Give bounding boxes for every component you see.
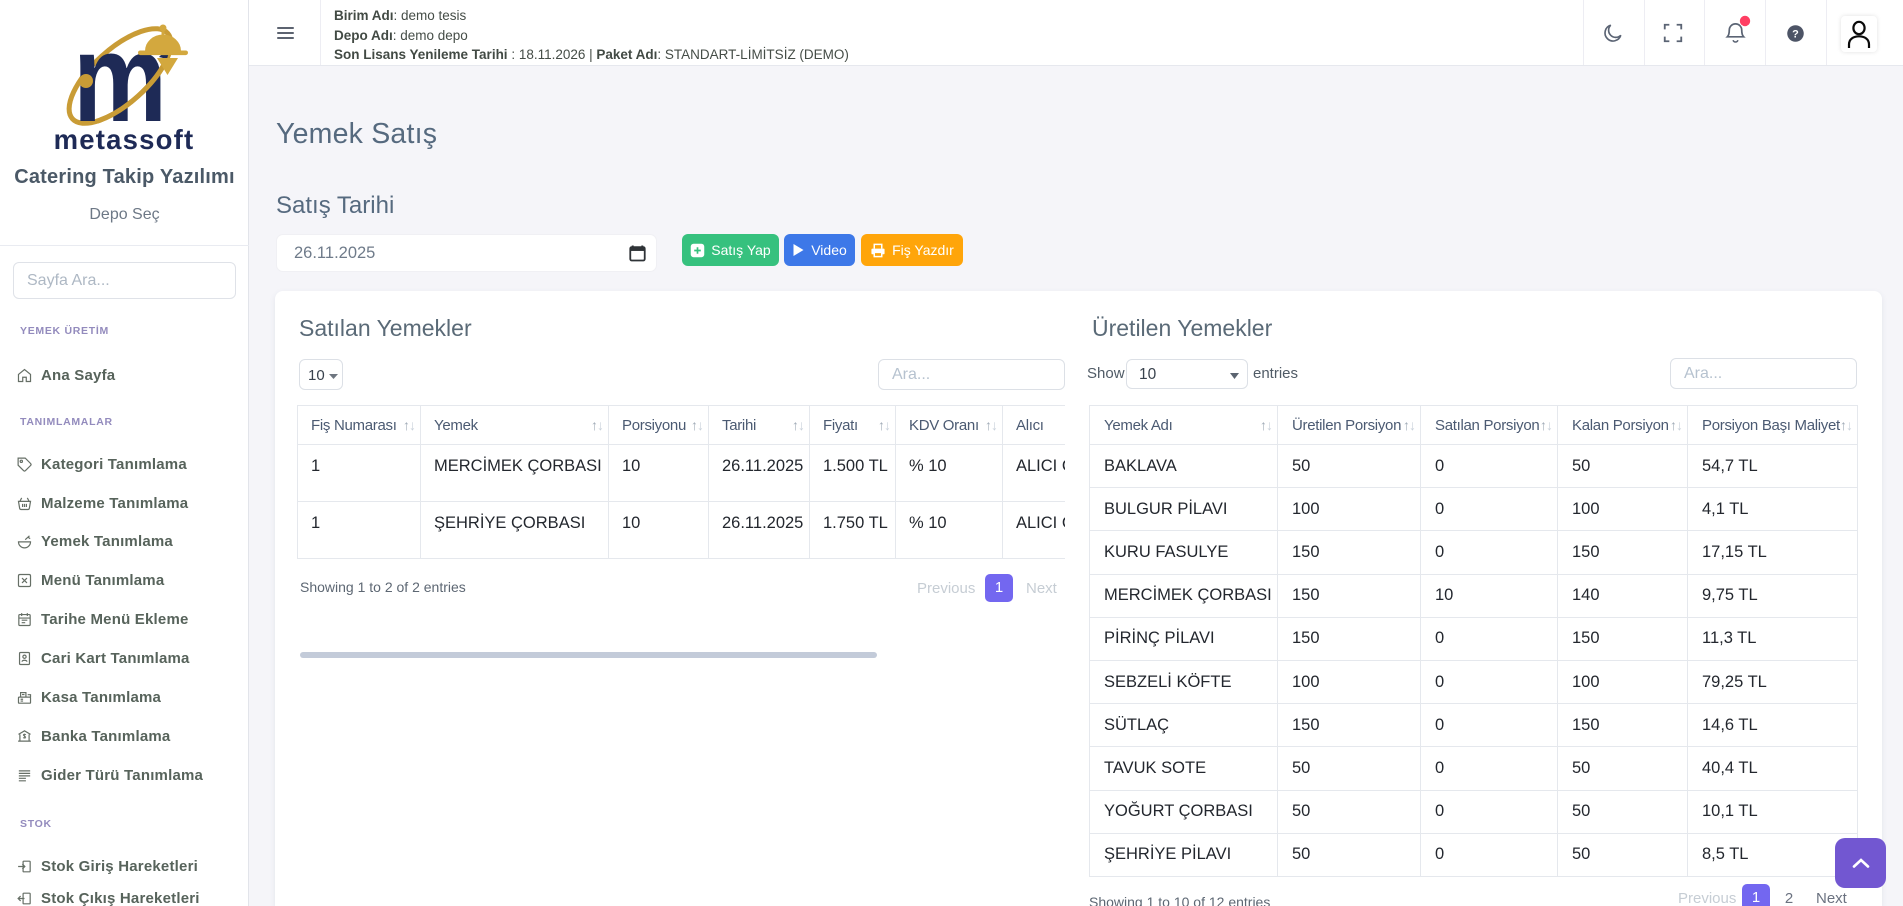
svg-text:?: ? [1792,28,1799,40]
svg-text:metassoft: metassoft [54,124,195,155]
